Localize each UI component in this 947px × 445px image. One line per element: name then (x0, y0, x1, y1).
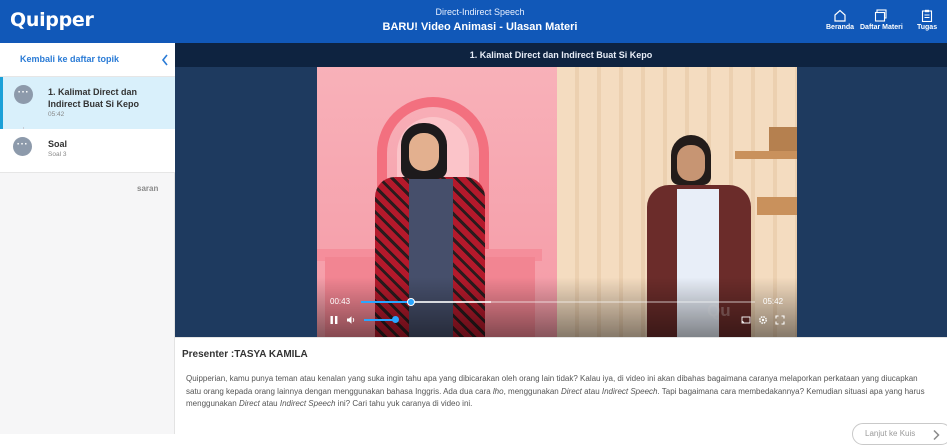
desc-italic: Direct (238, 399, 260, 408)
total-time: 05:42 (763, 297, 784, 306)
fullscreen-icon[interactable] (775, 315, 785, 325)
section-divider (175, 337, 947, 338)
video-section: 1. Kalimat Direct dan Indirect Buat Si K… (175, 43, 947, 337)
sidebar-topic-soal[interactable]: ··· Soal Soal 3 (0, 129, 175, 173)
current-time: 00:43 (330, 297, 351, 306)
back-to-topics[interactable]: Kembali ke daftar topik (0, 43, 175, 77)
sidebar-topic-1[interactable]: ··· 1. Kalimat Direct dan Indirect Buat … (0, 77, 175, 129)
settings-gear-icon[interactable] (758, 315, 768, 325)
scene-person-2-face (677, 145, 705, 181)
topic-meta: Soal 3 (48, 151, 67, 158)
main-content: 1. Kalimat Direct dan Indirect Buat Si K… (175, 43, 947, 445)
scene-box (769, 127, 797, 151)
quipper-logo[interactable]: Quipper (10, 9, 94, 31)
scene-shelf (735, 151, 797, 159)
desc-italic: Direct (560, 386, 582, 396)
header-title-block: Direct-Indirect Speech BARU! Video Anima… (330, 7, 630, 35)
more-dots-icon: ··· (14, 85, 33, 104)
nav-daftar-materi[interactable]: Daftar Materi (860, 9, 903, 31)
video-title-bar: 1. Kalimat Direct dan Indirect Buat Si K… (175, 43, 947, 67)
desc-italic: lho (492, 386, 504, 396)
desc-part: , menggunakan (503, 386, 561, 396)
back-to-topics-label[interactable]: Kembali ke daftar topik (20, 54, 119, 64)
desc-part: atau (581, 386, 602, 396)
topic-title: Soal (48, 139, 68, 149)
next-quiz-button[interactable]: Lanjut ke Kuis (852, 423, 947, 445)
nav-beranda[interactable]: Beranda (826, 9, 854, 31)
controls-overlay (317, 277, 797, 337)
scene-shelf (757, 197, 797, 215)
desc-italic: Indirect Speech (279, 399, 336, 408)
header-title: BARU! Video Animasi - Ulasan Materi (382, 21, 578, 33)
app-header: Quipper Direct-Indirect Speech BARU! Vid… (0, 0, 947, 43)
nav-tugas-label: Tugas (917, 24, 938, 31)
seek-bar[interactable] (361, 298, 755, 306)
header-subtitle: Direct-Indirect Speech (435, 7, 525, 17)
home-icon (834, 9, 846, 22)
video-title: 1. Kalimat Direct dan Indirect Buat Si K… (469, 50, 653, 60)
nav-tugas[interactable]: Tugas (917, 9, 937, 31)
clipboard-icon (921, 9, 933, 22)
nav-daftar-materi-label: Daftar Materi (860, 24, 903, 31)
cast-icon[interactable] (741, 315, 751, 325)
seek-progress (361, 301, 411, 303)
stack-icon (875, 9, 887, 22)
topic-sidebar: Kembali ke daftar topik ··· 1. Kalimat D… (0, 43, 175, 434)
desc-part: atau (259, 399, 280, 408)
desc-part: ini? Cari tahu yuk caranya di video ini. (335, 399, 473, 408)
scene-person-1-face (409, 133, 439, 171)
pause-icon[interactable] (329, 315, 339, 325)
video-description: Quipperian, kamu punya teman atau kenala… (186, 373, 928, 411)
chevron-right-icon (933, 429, 940, 441)
desc-italic: Indirect Speech (601, 386, 658, 396)
topic-duration: 05:42 (48, 111, 65, 118)
volume-handle[interactable] (392, 316, 399, 323)
volume-icon[interactable] (346, 315, 356, 325)
topic-title: 1. Kalimat Direct dan Indirect Buat Si K… (48, 87, 140, 109)
presenter-name: Presenter :TASYA KAMILA (182, 349, 308, 360)
seek-handle[interactable] (406, 298, 415, 306)
saran-link[interactable]: saran (137, 184, 158, 193)
chevron-left-icon[interactable] (160, 53, 170, 67)
more-dots-icon: ··· (13, 137, 32, 156)
nav-beranda-label: Beranda (826, 24, 855, 31)
video-player[interactable]: Qu 00:43 05:42 (317, 67, 797, 337)
